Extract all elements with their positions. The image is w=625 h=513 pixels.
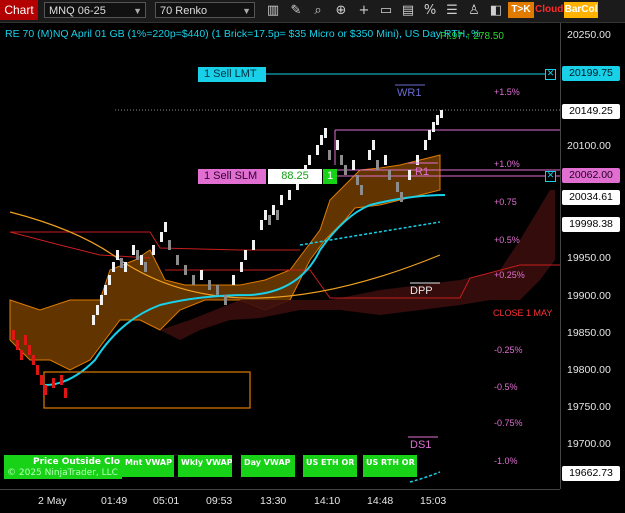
pnl-readout: Pl.97 ↑ 278.50 (440, 31, 504, 42)
price-tick: 20250.00 (567, 29, 611, 41)
last-price-label: 20149.25 (562, 104, 620, 119)
time-tick: 05:01 (153, 495, 180, 507)
tok-button[interactable]: T>K (508, 2, 534, 18)
mnt-vwap-button[interactable]: Mnt VWAP (122, 455, 174, 477)
time-tick: 14:10 (314, 495, 341, 507)
ds1-label: DS1 (410, 439, 432, 451)
price-tick: 19950.00 (567, 252, 611, 264)
price-axis[interactable]: 20250.00 20100.00 19950.00 19900.00 1985… (560, 23, 625, 489)
price-tick: 19850.00 (567, 327, 611, 339)
chart-plot-area[interactable] (0, 23, 560, 489)
cloud-button[interactable]: Cloud (535, 2, 563, 18)
time-tick: 09:53 (206, 495, 233, 507)
close-label: CLOSE 1 MAY (493, 308, 553, 318)
strategy-icon[interactable]: ♙ (466, 3, 482, 19)
instrument-selector[interactable]: MNQ 06-25 ▼ (44, 2, 146, 18)
chart-canvas (9, 73, 560, 483)
zoom-in-icon[interactable]: ⊕ (333, 3, 349, 19)
time-tick: 13:30 (260, 495, 287, 507)
bar-style-icon[interactable]: ▥ (265, 3, 281, 19)
time-tick: 15:03 (420, 495, 447, 507)
pct-plus-1-0: +1.0% (494, 159, 520, 169)
period-selector[interactable]: 70 Renko ▼ (155, 2, 255, 18)
order-quantity[interactable]: 1 (323, 169, 337, 184)
pct-plus-1-5: +1.5% (494, 87, 520, 97)
price-tick: 19700.00 (567, 438, 611, 450)
pct-plus-0-5: +0.5% (494, 235, 520, 245)
close-order-icon[interactable]: ✕ (545, 69, 556, 80)
properties-icon[interactable]: ☰ (444, 3, 460, 19)
copyright-label: © 2025 NinjaTrader, LLC (7, 468, 118, 478)
pct-minus-0-25: -0.25% (494, 345, 523, 355)
chart-trader-icon[interactable]: ◧ (488, 3, 504, 19)
barcol-button[interactable]: BarCol (564, 2, 598, 18)
opening-range-box (43, 371, 251, 409)
chevron-down-icon: ▼ (133, 6, 142, 16)
time-axis[interactable]: 2 May 01:49 05:01 09:53 13:30 14:10 14:4… (0, 489, 560, 513)
magnifier-icon[interactable]: ⌕ (310, 3, 326, 19)
indicator-price-label: 19998.38 (562, 217, 620, 232)
chart-toolbar: Chart MNQ 06-25 ▼ 70 Renko ▼ ▥ ✎ ⌕ ⊕ + ▭… (0, 0, 625, 23)
pct-minus-0-75: -0.75% (494, 418, 523, 428)
pencil-icon[interactable]: ✎ (288, 3, 304, 19)
us-eth-or-button[interactable]: US ETH OR (303, 455, 357, 477)
time-tick: 14:48 (367, 495, 394, 507)
text-box-icon[interactable]: ▭ (378, 3, 394, 19)
sell-lmt-order[interactable]: 1 Sell LMT (198, 67, 266, 82)
price-tick: 20100.00 (567, 140, 611, 152)
price-outside-label: Price Outside Clo (33, 457, 121, 467)
time-tick: 2 May (38, 495, 67, 507)
percent-icon[interactable]: % (422, 3, 438, 19)
day-vwap-button[interactable]: Day VWAP (241, 455, 295, 477)
indicator-price-label: 20034.61 (562, 190, 620, 205)
price-tick: 19800.00 (567, 364, 611, 376)
sell-slm-price-label: 20062.00 (562, 168, 620, 183)
time-tick: 01:49 (101, 495, 128, 507)
pct-plus-0-75: +0.75 (494, 197, 517, 207)
close-order-icon[interactable]: ✕ (545, 171, 556, 182)
price-tick: 19750.00 (567, 401, 611, 413)
sell-lmt-price-label: 20199.75 (562, 66, 620, 81)
indicator-price-label: 19662.73 (562, 466, 620, 481)
order-pnl-value: 88.25 (268, 169, 322, 184)
pct-minus-0-5: -0.5% (494, 382, 518, 392)
wr1-label: WR1 (397, 87, 422, 99)
us-rth-or-button[interactable]: US RTH OR (363, 455, 417, 477)
chevron-down-icon: ▼ (242, 6, 251, 16)
pct-plus-0-25: +0.25% (494, 270, 525, 280)
chart-title: RE 70 (M)NQ April 01 GB (1%=220p=$440) (… (5, 28, 481, 40)
price-outside-cloud-panel: Price Outside Clo © 2025 NinjaTrader, LL… (4, 455, 122, 479)
wkly-vwap-button[interactable]: Wkly VWAP (178, 455, 232, 477)
orange-cloud (9, 154, 441, 371)
data-box-icon[interactable]: ▤ (400, 3, 416, 19)
sell-slm-order[interactable]: 1 Sell SLM (198, 169, 266, 184)
crosshair-icon[interactable]: + (356, 3, 372, 19)
chart-tab[interactable]: Chart (0, 0, 38, 20)
pct-minus-1-0: -1.0% (494, 456, 518, 466)
instrument-value: MNQ 06-25 (49, 5, 106, 17)
price-tick: 19900.00 (567, 290, 611, 302)
period-value: 70 Renko (160, 5, 208, 17)
r1-label: R1 (415, 166, 430, 178)
dpp-label: DPP (410, 285, 433, 297)
